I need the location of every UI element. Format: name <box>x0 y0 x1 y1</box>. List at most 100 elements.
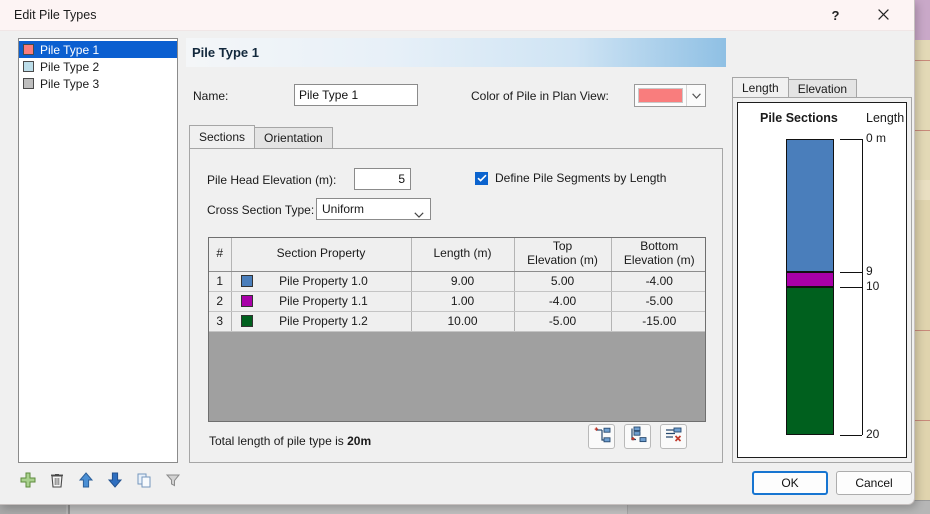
table-row[interactable]: 2 Pile Property 1.1 1.00 -4.00 -5.00 <box>209 291 705 312</box>
row-index-cell: 2 <box>209 291 232 312</box>
tab-length[interactable]: Length <box>732 77 789 97</box>
section-tabs: Sections Orientation <box>189 125 333 148</box>
tab-elevation[interactable]: Elevation <box>787 79 858 97</box>
row-index-cell: 1 <box>209 271 232 292</box>
grid-action-buttons <box>588 424 687 449</box>
section-top-elevation-cell[interactable]: -5.00 <box>514 311 612 332</box>
table-row[interactable]: 1 Pile Property 1.0 9.00 5.00 -4.00 <box>209 271 705 292</box>
section-top-elevation-cell[interactable]: 5.00 <box>514 271 612 292</box>
section-length-cell[interactable]: 10.00 <box>411 311 515 332</box>
sections-table[interactable]: # Section Property Length (m) Top Elevation … <box>208 237 706 422</box>
checkbox-label: Define Pile Segments by Length <box>495 171 667 185</box>
checkbox-box <box>475 171 488 185</box>
dialog-titlebar: Edit Pile Types ? <box>0 0 914 31</box>
section-color-swatch <box>240 275 253 287</box>
pile-type-color-swatch <box>23 44 34 55</box>
total-length-prefix: Total length of pile type is <box>209 434 348 448</box>
define-segments-by-length-checkbox[interactable]: Define Pile Segments by Length <box>475 171 666 185</box>
help-button[interactable]: ? <box>813 0 858 30</box>
table-column-header[interactable]: Bottom Elevation (m) <box>611 238 705 272</box>
cross-section-type-label: Cross Section Type: <box>207 203 315 217</box>
chart-axis-tick <box>840 435 862 436</box>
section-property-cell[interactable]: Pile Property 1.1 <box>231 291 412 312</box>
section-length-cell[interactable]: 1.00 <box>411 291 515 312</box>
pile-type-editor: Pile Type 1 Name: Color of Pile in Plan … <box>186 38 726 463</box>
pile-section-bar <box>786 287 834 435</box>
close-button[interactable] <box>861 0 906 30</box>
table-column-header[interactable]: Length (m) <box>411 238 515 272</box>
delete-section-icon <box>665 426 683 447</box>
section-length-cell[interactable]: 9.00 <box>411 271 515 292</box>
section-top-elevation-cell[interactable]: -4.00 <box>514 291 612 312</box>
pile-section-bar <box>786 139 834 273</box>
chart-axis-tick-label: 0 m <box>866 131 887 145</box>
tab-orientation[interactable]: Orientation <box>254 127 333 148</box>
pile-head-elevation-input[interactable] <box>354 168 411 190</box>
chart-axis-title: Length <box>866 111 905 125</box>
pile-type-color-swatch <box>23 61 34 72</box>
page-title: Pile Type 1 <box>192 45 259 60</box>
pile-type-list-item[interactable]: Pile Type 3 <box>19 75 177 92</box>
color-of-pile-dropdown[interactable] <box>634 84 706 107</box>
chevron-down-icon <box>414 207 424 221</box>
sections-tab-panel: Pile Head Elevation (m): Cross Section T… <box>189 148 723 463</box>
pile-head-elevation-label: Pile Head Elevation (m): <box>207 173 337 187</box>
name-row: Name: Color of Pile in Plan View: <box>186 84 726 108</box>
chart-axis-tick-label: 9 <box>866 264 873 279</box>
name-label: Name: <box>193 89 229 103</box>
pile-types-list[interactable]: Pile Type 1 Pile Type 2 Pile Type 3 <box>18 38 178 463</box>
section-property-cell[interactable]: Pile Property 1.0 <box>231 271 412 292</box>
table-column-header[interactable]: # <box>209 238 232 272</box>
pile-preview-panel: Length Elevation Pile Sections Length 0 … <box>732 77 912 463</box>
section-color-swatch <box>240 315 253 327</box>
preview-body: Pile Sections Length 0 m 9 10 20 <box>732 97 912 463</box>
tab-sections[interactable]: Sections <box>189 125 256 148</box>
pile-types-panel: Pile Type 1 Pile Type 2 Pile Type 3 <box>18 38 178 463</box>
chart-axis-tick <box>840 287 862 288</box>
chevron-down-icon <box>686 85 705 106</box>
sections-grid-table: # Section Property Length (m) Top Elevation … <box>209 238 705 332</box>
preview-tabs: Length Elevation <box>732 77 912 97</box>
delete-section-button[interactable] <box>660 424 687 449</box>
dialog-footer: OK Cancel <box>0 464 915 504</box>
pile-section-bar <box>786 272 834 287</box>
cross-section-type-value: Uniform <box>322 202 365 216</box>
section-property-name: Pile Property 1.2 <box>279 314 368 328</box>
section-bottom-elevation-cell[interactable]: -4.00 <box>611 271 705 292</box>
row-index-cell: 3 <box>209 311 232 332</box>
pile-sections-chart: Pile Sections Length 0 m 9 10 20 <box>737 102 907 458</box>
insert-section-above-icon <box>593 426 611 447</box>
close-icon <box>878 8 889 23</box>
total-length-text: Total length of pile type is 20m <box>209 434 371 448</box>
chart-title: Pile Sections <box>760 111 838 125</box>
ok-button[interactable]: OK <box>752 471 828 495</box>
chart-axis-tick <box>840 272 862 274</box>
table-row[interactable]: 3 Pile Property 1.2 10.00 -5.00 -15.00 <box>209 311 705 332</box>
total-length-value: 20m <box>347 434 372 448</box>
cancel-button[interactable]: Cancel <box>836 471 912 495</box>
section-bottom-elevation-cell[interactable]: -5.00 <box>611 291 705 312</box>
name-input[interactable] <box>294 84 418 106</box>
color-swatch <box>638 88 683 103</box>
pile-type-list-item[interactable]: Pile Type 1 <box>19 41 177 58</box>
chart-axis-line <box>862 139 863 435</box>
pile-type-color-swatch <box>23 78 34 89</box>
dialog-title: Edit Pile Types <box>14 8 97 22</box>
section-bottom-elevation-cell[interactable]: -15.00 <box>611 311 705 332</box>
cross-section-type-dropdown[interactable]: Uniform <box>316 198 431 220</box>
table-column-header[interactable]: Top Elevation (m) <box>514 238 612 272</box>
chart-axis-tick <box>840 139 862 140</box>
pile-type-header-band: Pile Type 1 <box>186 38 726 67</box>
edit-pile-types-dialog: Edit Pile Types ? Pile Type 1 Pile Type 2… <box>0 0 915 505</box>
table-column-header[interactable]: Section Property <box>231 238 412 272</box>
insert-section-above-button[interactable] <box>588 424 615 449</box>
pile-type-list-item[interactable]: Pile Type 2 <box>19 58 177 75</box>
section-property-name: Pile Property 1.1 <box>279 294 368 308</box>
insert-section-below-button[interactable] <box>624 424 651 449</box>
pile-type-list-item-label: Pile Type 2 <box>40 59 100 74</box>
insert-section-below-icon <box>629 426 647 447</box>
pile-type-list-item-label: Pile Type 1 <box>40 42 100 57</box>
pile-type-list-item-label: Pile Type 3 <box>40 76 100 91</box>
section-property-cell[interactable]: Pile Property 1.2 <box>231 311 412 332</box>
check-icon <box>476 171 487 185</box>
